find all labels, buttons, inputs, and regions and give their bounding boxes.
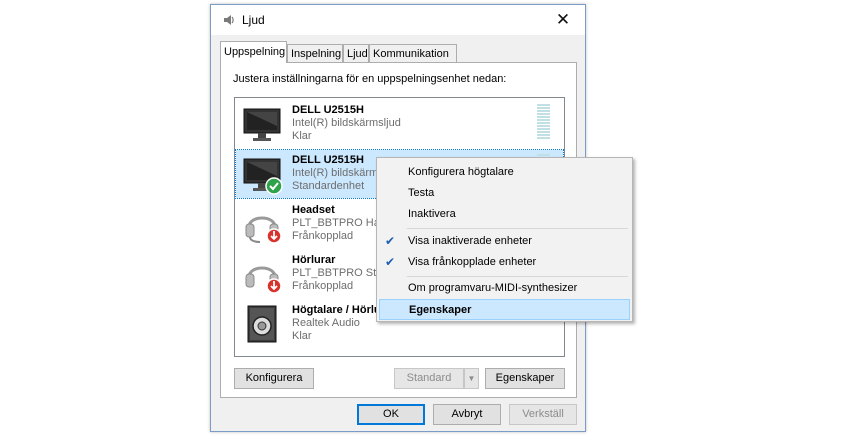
speaker-icon [247,305,277,343]
menu-item-configure-speakers[interactable]: Konfigurera högtalare [379,162,630,183]
menu-item-label: Om programvaru-MIDI-synthesizer [408,282,578,294]
device-name: Högtalare / Hörlu [292,304,381,316]
device-item-dell-monitor-1[interactable]: DELL U2515H Intel(R) bildskärmsljud Klar [236,100,563,148]
chevron-down-icon: ▼ [467,374,476,383]
device-status: Frånkopplad [292,230,354,242]
headset-icon [245,216,282,244]
menu-item-label: Egenskaper [409,304,472,316]
device-driver: Intel(R) bildskärmsljud [292,117,401,129]
menu-item-show-disabled-devices[interactable]: ✔ Visa inaktiverade enheter [379,231,630,252]
menu-item-test[interactable]: Testa [379,183,630,204]
speaker-app-icon [224,15,234,25]
device-name: DELL U2515H [292,104,364,116]
device-context-menu: Konfigurera högtalare Testa Inaktivera ✔… [376,157,633,322]
set-default-button[interactable]: Standard [394,368,464,389]
device-status: Frånkopplad [292,280,354,292]
monitor-icon [243,108,281,141]
menu-item-label: Inaktivera [408,208,456,220]
monitor-icon [243,158,283,195]
volume-meter [537,104,550,140]
menu-separator [407,276,628,277]
title-bar: Ljud ✕ [211,5,585,35]
tab-sounds[interactable]: Ljud [343,44,369,62]
configure-button[interactable]: Konfigurera [234,368,314,389]
device-status: Klar [292,130,312,142]
checkmark-icon: ✔ [385,255,396,269]
window-title: Ljud [242,13,265,27]
device-status: Klar [292,330,312,342]
tab-playback[interactable]: Uppspelning [220,41,287,63]
menu-item-label: Testa [408,187,435,199]
device-name: Hörlurar [292,254,336,266]
device-driver: Intel(R) bildskärm [292,167,379,179]
menu-item-label: Visa frånkopplade enheter [408,256,537,268]
set-default-dropdown[interactable]: ▼ [464,368,479,389]
cancel-button[interactable]: Avbryt [433,404,501,425]
device-status: Standardenhet [292,180,365,192]
instruction-text: Justera inställningarna för en uppspelni… [233,73,507,85]
menu-item-label: Visa inaktiverade enheter [408,235,532,247]
device-driver: Realtek Audio [292,317,360,329]
checkmark-icon: ✔ [385,234,396,248]
properties-button[interactable]: Egenskaper [485,368,565,389]
menu-item-about-midi-synth[interactable]: Om programvaru-MIDI-synthesizer [379,278,630,299]
menu-item-show-disconnected-devices[interactable]: ✔ Visa frånkopplade enheter [379,252,630,273]
apply-button[interactable]: Verkställ [509,404,577,425]
headphones-icon [245,266,282,294]
device-name: Headset [292,204,335,216]
device-name: DELL U2515H [292,154,364,166]
close-icon[interactable]: ✕ [541,5,585,35]
tab-communication[interactable]: Kommunikation [369,44,457,62]
menu-item-label: Konfigurera högtalare [408,166,514,178]
menu-item-disable[interactable]: Inaktivera [379,204,630,225]
menu-separator [407,228,628,229]
ok-button[interactable]: OK [357,404,425,425]
menu-item-properties[interactable]: Egenskaper [379,299,630,320]
tab-recording[interactable]: Inspelning [287,44,343,62]
